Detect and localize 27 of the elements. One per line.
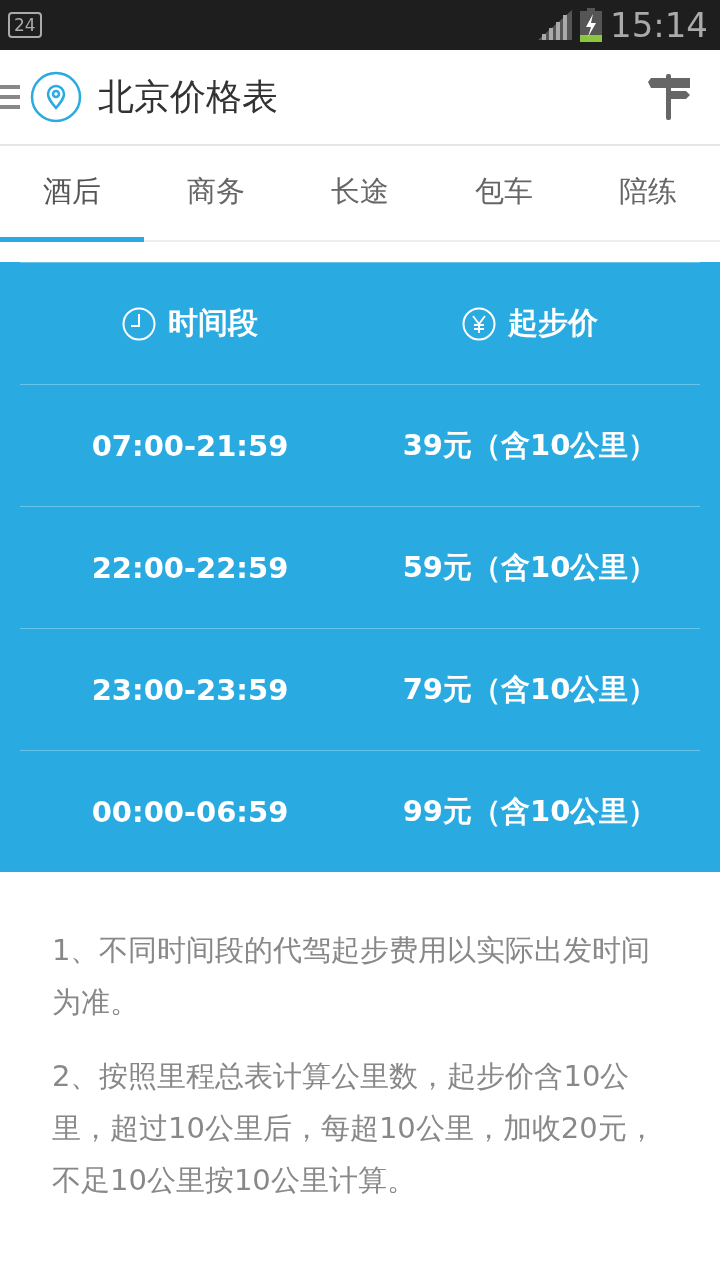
time-range: 00:00-06:59 [91,794,289,829]
time-range: 22:00-22:59 [91,550,289,585]
clock-time: 15:14 [610,5,708,45]
menu-icon[interactable] [0,83,20,111]
column-header: 时间段 [168,304,258,342]
page-title: 北京价格表 [98,74,278,119]
price: 59元（含10公里） [402,548,658,586]
column-header: 起步价 [508,304,598,342]
yen-icon [462,306,496,341]
battery-charging-icon [580,8,602,42]
price: 99元（含10公里） [402,792,658,830]
price: 79元（含10公里） [402,670,658,708]
signpost-icon[interactable] [646,74,692,120]
location-pin-icon[interactable] [30,71,82,123]
tab[interactable]: 陪练 [576,146,720,242]
tab[interactable]: 包车 [432,146,576,242]
tab[interactable]: 商务 [144,146,288,242]
tab[interactable]: 酒后 [0,146,144,242]
signal-icon [538,10,572,40]
price: 39元（含10公里） [402,426,658,464]
clock-icon [122,306,156,341]
note-paragraph: 1、不同时间段的代驾起步费用以实际出发时间为准。 [52,932,652,1021]
time-range: 23:00-23:59 [91,672,289,707]
tab[interactable]: 长途 [288,146,432,242]
notification-count: 24 [8,12,42,38]
time-range: 07:00-21:59 [91,428,289,463]
note-paragraph: 2、按照里程总表计算公里数，起步价含10公里，超过10公里后，每超10公里，加收20元，不足10公里按10公里计算。 [52,1058,656,1199]
